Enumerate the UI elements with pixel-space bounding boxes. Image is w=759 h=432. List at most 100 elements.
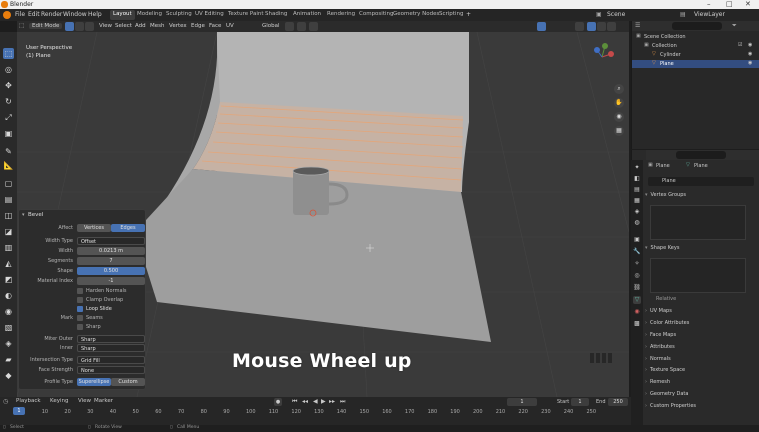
- shear-tool-icon[interactable]: ▰: [3, 354, 14, 365]
- mesh-datablock-field[interactable]: Plane: [648, 177, 754, 186]
- material-index-field[interactable]: -1: [77, 277, 145, 285]
- material-shading-icon[interactable]: [597, 22, 606, 31]
- workspace-tab-modeling[interactable]: Modeling: [134, 10, 165, 20]
- view-layer-name[interactable]: ViewLayer: [694, 11, 725, 18]
- select-box-tool-icon[interactable]: ⬚: [3, 48, 14, 59]
- section-vertex-groups[interactable]: ▾ Vertex Groups: [645, 192, 755, 202]
- ortho-toggle-icon[interactable]: ▦: [614, 126, 624, 136]
- physics-tab-icon[interactable]: ◎: [633, 272, 641, 280]
- shape-keys-list[interactable]: [650, 258, 746, 293]
- bevel-tool-icon[interactable]: ◪: [3, 226, 14, 237]
- output-tab-icon[interactable]: ▤: [633, 186, 641, 194]
- texture-tab-icon[interactable]: ▩: [633, 320, 641, 328]
- add-workspace-icon[interactable]: +: [466, 11, 471, 18]
- menu-select[interactable]: Select: [115, 23, 132, 29]
- playhead-marker[interactable]: 1: [13, 407, 25, 415]
- panel-title[interactable]: Bevel: [28, 212, 43, 218]
- loop-cut-tool-icon[interactable]: ▥: [3, 242, 14, 253]
- workspace-tab-texture-paint[interactable]: Texture Paint: [225, 10, 267, 20]
- miter-outer-dropdown[interactable]: Sharp: [77, 335, 145, 343]
- scene-icon[interactable]: ▣: [596, 11, 602, 18]
- inset-tool-icon[interactable]: ◫: [3, 210, 14, 221]
- overlay-icon[interactable]: [537, 22, 546, 31]
- width-field[interactable]: 0.0213 m: [77, 247, 145, 255]
- shape-slider[interactable]: 0.500: [77, 267, 145, 275]
- visibility-eye-icon[interactable]: ◉: [748, 60, 752, 66]
- particles-tab-icon[interactable]: ✧: [633, 260, 641, 268]
- workspace-tab-shading[interactable]: Shading: [262, 10, 290, 20]
- minimize-icon[interactable]: –: [707, 0, 711, 8]
- measure-tool-icon[interactable]: 📐: [3, 160, 14, 171]
- loop-slide-checkbox[interactable]: [77, 306, 83, 312]
- solid-shading-icon[interactable]: [587, 22, 596, 31]
- menu-uv[interactable]: UV: [226, 23, 234, 29]
- miter-inner-dropdown[interactable]: Sharp: [77, 344, 145, 352]
- render-tab-icon[interactable]: ◧: [633, 175, 641, 183]
- profile-superellipse-button[interactable]: Superellipse: [77, 378, 111, 386]
- mark-sharp-checkbox[interactable]: [77, 324, 83, 330]
- menu-add[interactable]: Add: [135, 23, 146, 29]
- filter-icon[interactable]: ⏷: [732, 22, 737, 30]
- vertex-groups-list[interactable]: [650, 205, 746, 240]
- checkbox-icon[interactable]: ☑: [738, 42, 742, 48]
- workspace-tab-scripting[interactable]: Scripting: [436, 10, 466, 20]
- pan-hand-icon[interactable]: ✋: [614, 98, 624, 108]
- menu-file[interactable]: File: [15, 11, 25, 18]
- smooth-tool-icon[interactable]: ◉: [3, 306, 14, 317]
- workspace-tab-layout[interactable]: Layout: [110, 10, 135, 20]
- section-custom-properties[interactable]: › Custom Properties: [645, 403, 755, 413]
- transform-tool-icon[interactable]: ▣: [3, 128, 14, 139]
- constraints-tab-icon[interactable]: ⛓: [633, 284, 641, 292]
- outliner-row-plane[interactable]: ▽ Plane ◉: [632, 60, 759, 68]
- menu-window[interactable]: Window: [63, 11, 87, 18]
- workspace-tab-rendering[interactable]: Rendering: [324, 10, 358, 20]
- outliner-editor-icon[interactable]: ☰: [635, 22, 640, 29]
- menu-mesh[interactable]: Mesh: [150, 23, 164, 29]
- blender-logo-icon[interactable]: [3, 11, 11, 19]
- annotate-tool-icon[interactable]: ✎: [3, 146, 14, 157]
- mark-seams-checkbox[interactable]: [77, 315, 83, 321]
- camera-view-icon[interactable]: ◉: [614, 112, 624, 122]
- section-geometry-data[interactable]: › Geometry Data: [645, 391, 755, 401]
- workspace-tab-uv-editing[interactable]: UV Editing: [192, 10, 227, 20]
- select-vertex-button[interactable]: [65, 22, 74, 31]
- extrude-tool-icon[interactable]: ▤: [3, 194, 14, 205]
- section-shape-keys[interactable]: ▾ Shape Keys: [645, 245, 755, 255]
- menu-face[interactable]: Face: [209, 23, 221, 29]
- snap-icon[interactable]: [297, 22, 306, 31]
- affect-vertices-button[interactable]: Vertices: [77, 224, 111, 232]
- navigation-gizmo[interactable]: [594, 43, 614, 58]
- intersection-type-dropdown[interactable]: Grid Fill: [77, 356, 145, 364]
- section-texture-space[interactable]: › Texture Space: [645, 367, 755, 377]
- visibility-eye-icon[interactable]: ◉: [748, 42, 752, 48]
- editor-type-icon[interactable]: ⬚: [19, 23, 24, 29]
- mode-selector[interactable]: Edit Mode: [29, 23, 63, 29]
- rotate-tool-icon[interactable]: ↻: [3, 96, 14, 107]
- move-tool-icon[interactable]: ✥: [3, 80, 14, 91]
- proportional-edit-icon[interactable]: [309, 22, 318, 31]
- face-strength-dropdown[interactable]: None: [77, 366, 145, 374]
- scene-name[interactable]: Scene: [607, 11, 625, 18]
- pivot-icon[interactable]: [285, 22, 294, 31]
- poly-build-tool-icon[interactable]: ◩: [3, 274, 14, 285]
- spin-tool-icon[interactable]: ◐: [3, 290, 14, 301]
- outliner-row-cylinder[interactable]: ▽ Cylinder ◉: [632, 51, 759, 59]
- section-color-attributes[interactable]: › Color Attributes: [645, 320, 755, 330]
- outliner-search-field[interactable]: [672, 22, 722, 30]
- transform-orientation-dropdown[interactable]: Global: [262, 23, 280, 29]
- relative-checkbox-label[interactable]: Relative: [656, 296, 676, 302]
- menu-help[interactable]: Help: [88, 11, 102, 18]
- cursor-tool-icon[interactable]: ◎: [3, 64, 14, 75]
- visibility-eye-icon[interactable]: ◉: [748, 51, 752, 57]
- menu-edit[interactable]: Edit: [28, 11, 40, 18]
- menu-edge[interactable]: Edge: [191, 23, 205, 29]
- world-tab-icon[interactable]: ◍: [633, 219, 641, 227]
- select-face-button[interactable]: [85, 22, 94, 31]
- affect-edges-button[interactable]: Edges: [111, 224, 145, 232]
- shrink-fatten-tool-icon[interactable]: ◈: [3, 338, 14, 349]
- rip-tool-icon[interactable]: ◆: [3, 370, 14, 381]
- section-remesh[interactable]: › Remesh: [645, 379, 755, 389]
- width-type-dropdown[interactable]: Offset: [77, 237, 145, 245]
- workspace-tab-sculpting[interactable]: Sculpting: [163, 10, 195, 20]
- modifier-tab-icon[interactable]: 🔧: [633, 248, 641, 256]
